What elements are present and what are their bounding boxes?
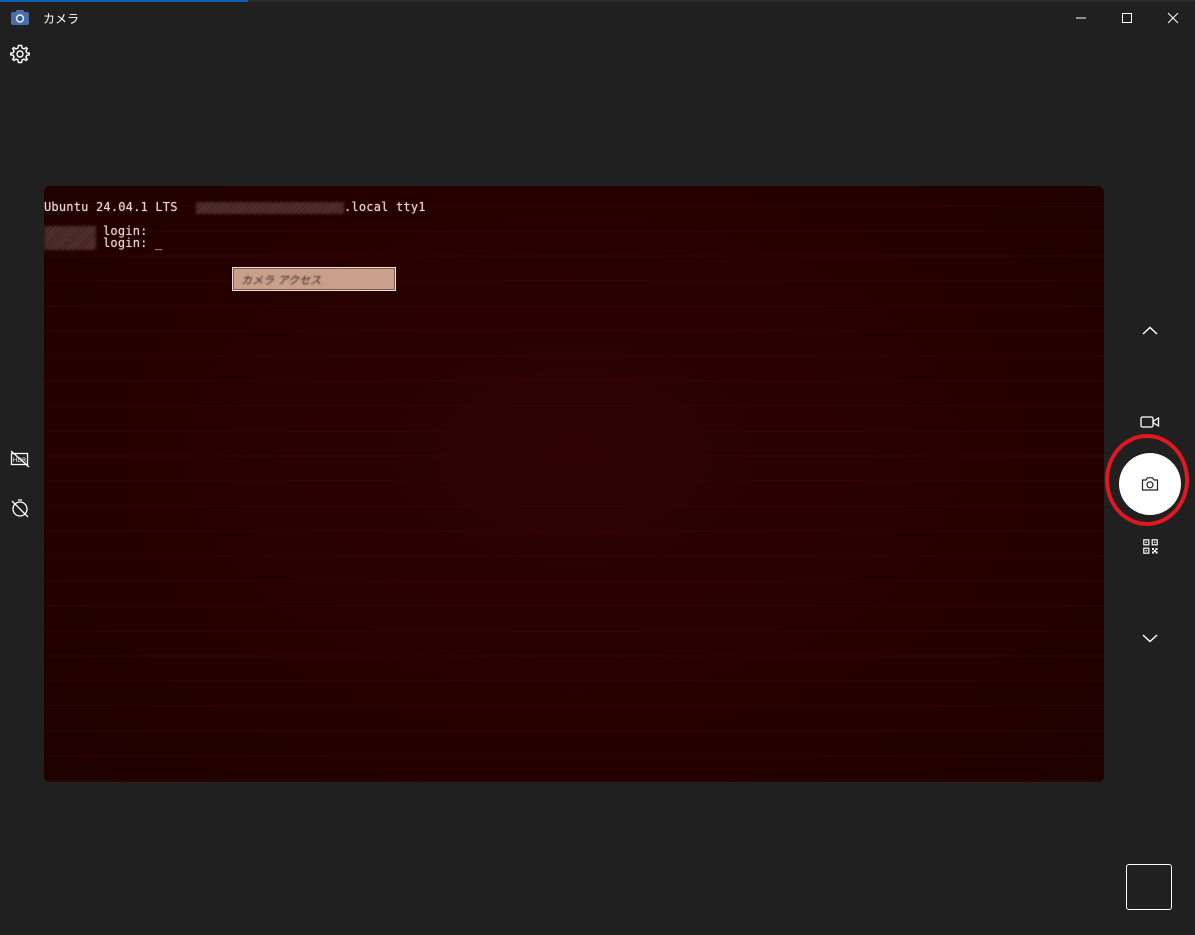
close-button[interactable] — [1150, 2, 1195, 34]
terminal-line-os: Ubuntu 24.04.1 LTS — [44, 200, 178, 214]
popup-text: カメラ アクセス — [241, 274, 321, 287]
scroll-up-button[interactable] — [1138, 320, 1162, 342]
qr-scan-button[interactable] — [1139, 536, 1161, 556]
hdr-off-icon: HDR — [10, 450, 30, 468]
timer-off-icon — [11, 499, 29, 518]
maximize-icon — [1122, 13, 1132, 23]
video-camera-icon — [1140, 416, 1160, 428]
video-mode-button[interactable] — [1138, 411, 1162, 433]
gear-icon — [10, 44, 30, 64]
chevron-down-icon — [1142, 634, 1158, 643]
last-capture-thumbnail[interactable] — [1126, 864, 1172, 910]
minimize-button[interactable] — [1058, 2, 1104, 34]
terminal-line-tty: .local tty1 — [344, 200, 426, 214]
camera-app-icon — [10, 9, 30, 27]
hdr-button[interactable]: HDR — [9, 448, 31, 470]
scroll-down-button[interactable] — [1138, 627, 1162, 649]
qr-code-icon — [1142, 538, 1158, 554]
maximize-button[interactable] — [1104, 2, 1150, 34]
camera-icon — [1141, 477, 1159, 491]
blurred-popup: カメラ アクセス — [232, 267, 396, 291]
title-bar: カメラ — [0, 2, 1195, 34]
take-photo-button[interactable] — [1119, 453, 1181, 515]
timer-button[interactable] — [9, 497, 31, 519]
camera-preview: Ubuntu 24.04.1 LTS .local tty1 login: lo… — [44, 186, 1104, 782]
redacted-hostname — [196, 202, 344, 214]
settings-button[interactable] — [9, 43, 31, 65]
close-icon — [1167, 12, 1179, 24]
window-title: カメラ — [43, 12, 80, 26]
terminal-login-line-2: login: _ — [103, 236, 163, 250]
redacted-hostname-2 — [44, 226, 96, 250]
minimize-icon — [1076, 17, 1086, 19]
chevron-up-icon — [1142, 326, 1158, 335]
